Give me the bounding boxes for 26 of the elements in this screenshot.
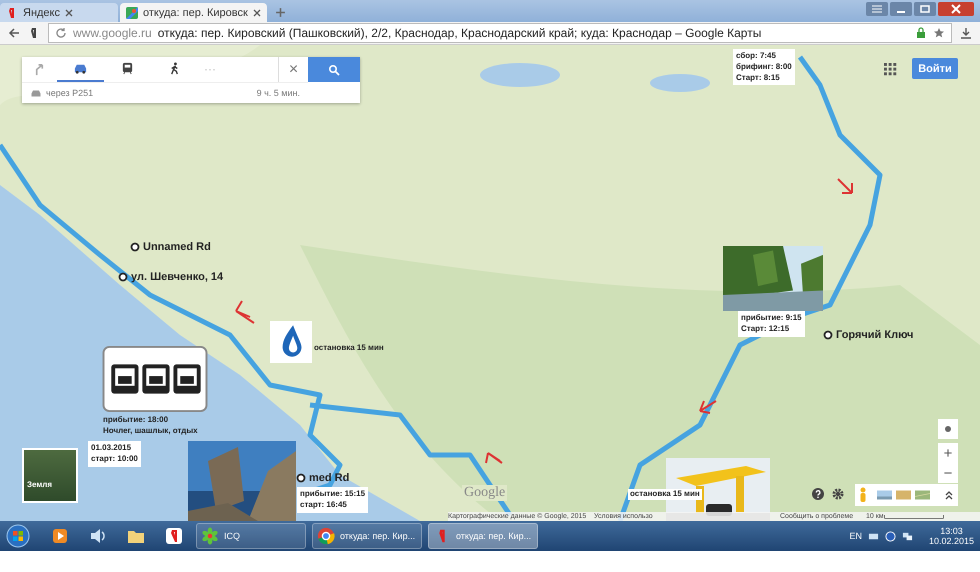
- close-icon[interactable]: [65, 8, 73, 16]
- start-button[interactable]: [6, 524, 30, 548]
- clock-date: 10.02.2015: [928, 536, 974, 546]
- browser-tab[interactable]: Яндекс: [0, 3, 118, 22]
- language-indicator[interactable]: EN: [849, 531, 862, 541]
- close-icon[interactable]: [938, 2, 974, 16]
- browser-tab[interactable]: откуда: пер. Кировск: [120, 3, 267, 22]
- lock-icon: [915, 27, 927, 39]
- menu-icon[interactable]: [866, 2, 888, 16]
- address-field[interactable]: www.google.ru откуда: пер. Кировский (Пашковский), 2/2, Краснодар, Краснодарский край; куда: Краснодар – Google Карты: [48, 23, 952, 43]
- flower-icon: [201, 527, 219, 545]
- minimize-icon[interactable]: [890, 2, 912, 16]
- reload-icon: [55, 27, 67, 39]
- map-icon: [126, 6, 138, 18]
- yandex-icon[interactable]: [164, 526, 184, 546]
- taskbar-button[interactable]: откуда: пер. Кир...: [312, 523, 422, 549]
- star-icon[interactable]: [933, 27, 945, 39]
- restore-icon[interactable]: [914, 2, 936, 16]
- new-tab-icon[interactable]: [274, 7, 286, 18]
- taskbar-button[interactable]: ICQ: [196, 523, 306, 549]
- download-icon[interactable]: [960, 27, 972, 39]
- chrome-icon: [317, 527, 335, 545]
- close-icon[interactable]: [252, 8, 261, 16]
- media-player-icon[interactable]: [50, 526, 70, 546]
- back-icon[interactable]: [8, 27, 20, 39]
- clock-time: 13:03: [940, 526, 963, 536]
